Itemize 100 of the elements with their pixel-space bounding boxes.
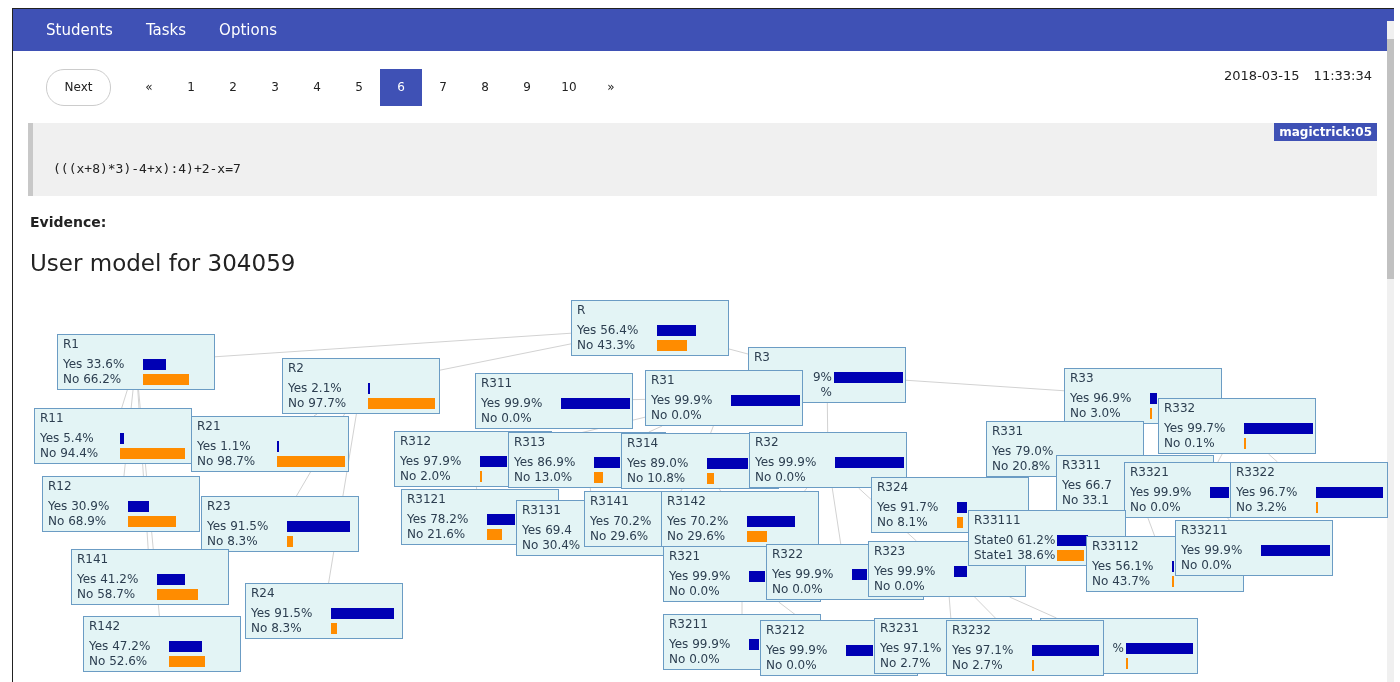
- probability-bar: [1032, 645, 1099, 656]
- node-title: R33111: [974, 513, 1021, 527]
- probability-label: No 0.0%: [669, 652, 720, 666]
- probability-label: Yes 33.6%: [63, 357, 125, 371]
- page-link[interactable]: 7: [422, 68, 464, 106]
- node-title: R31: [651, 373, 675, 387]
- probability-label: Yes 99.7%: [1164, 421, 1226, 435]
- nav-link[interactable]: Options: [219, 21, 277, 39]
- node-title: R3: [754, 350, 770, 364]
- probability-bar: [747, 531, 768, 542]
- node-title: R314: [627, 436, 659, 450]
- node-title: R3311: [1062, 458, 1101, 472]
- probability-label: No 10.8%: [627, 471, 686, 485]
- next-button[interactable]: Next: [46, 68, 111, 106]
- probability-label: No 30.4%: [522, 538, 581, 552]
- probability-label: Yes 97.1%: [880, 641, 942, 655]
- probability-label: %: [1112, 641, 1124, 655]
- probability-label: No 0.0%: [651, 408, 702, 422]
- probability-bar: [1210, 487, 1229, 498]
- evidence-label: Evidence:: [30, 214, 108, 230]
- probability-bar: [157, 589, 198, 600]
- node-title: R323: [874, 544, 906, 558]
- scrollbar[interactable]: [1387, 21, 1394, 682]
- probability-bar: [1057, 535, 1089, 546]
- probability-label: No 68.9%: [48, 514, 107, 528]
- probability-bar: [1244, 423, 1313, 434]
- probability-label: No 0.1%: [1164, 436, 1215, 450]
- probability-label: Yes 47.2%: [89, 639, 151, 653]
- probability-label: Yes 91.5%: [251, 606, 313, 620]
- page-link[interactable]: »: [590, 68, 632, 106]
- node-title: R3231: [880, 621, 919, 635]
- node-title: R33112: [1092, 539, 1139, 553]
- probability-label: No 0.0%: [755, 470, 806, 484]
- nav-link[interactable]: Students: [46, 21, 113, 39]
- probability-label: No 98.7%: [197, 454, 256, 468]
- node-title: R21: [197, 419, 221, 433]
- page-link[interactable]: 3: [254, 68, 296, 106]
- probability-label: No 0.0%: [874, 579, 925, 593]
- probability-label: %: [820, 385, 832, 399]
- node-title: R1: [63, 337, 79, 351]
- probability-label: Yes 1.1%: [197, 439, 251, 453]
- page-link[interactable]: 5: [338, 68, 380, 106]
- probability-label: Yes 91.5%: [207, 519, 269, 533]
- probability-label: No 20.8%: [992, 459, 1051, 473]
- page-link[interactable]: «: [128, 68, 170, 106]
- page-link[interactable]: 10: [548, 68, 590, 106]
- probability-bar: [594, 472, 603, 483]
- probability-label: Yes 99.9%: [874, 564, 936, 578]
- probability-bar: [143, 359, 167, 370]
- probability-bar: [128, 516, 176, 527]
- probability-label: No 97.7%: [288, 396, 347, 410]
- page-link[interactable]: 2: [212, 68, 254, 106]
- node-title: R24: [251, 586, 275, 600]
- probability-label: No 2.0%: [400, 469, 451, 483]
- probability-bar: [157, 574, 186, 585]
- probability-bar: [368, 398, 436, 409]
- probability-bar: [120, 433, 124, 444]
- nav-link[interactable]: Tasks: [145, 21, 187, 39]
- probability-label: No 0.0%: [772, 582, 823, 596]
- node-title: R23: [207, 499, 231, 513]
- page-link[interactable]: 8: [464, 68, 506, 106]
- probability-label: No 58.7%: [77, 587, 136, 601]
- equation-text: (((x+8)*3)-4+x):4)+2-x=7: [52, 161, 241, 178]
- page-link[interactable]: 1: [170, 68, 212, 106]
- page-link[interactable]: 4: [296, 68, 338, 106]
- page-link[interactable]: 6: [380, 68, 422, 106]
- probability-bar: [287, 521, 351, 532]
- probability-label: No 43.7%: [1092, 574, 1151, 588]
- scrollbar-thumb[interactable]: [1387, 39, 1394, 279]
- probability-label: Yes 99.9%: [772, 567, 834, 581]
- node-title: R11: [40, 411, 64, 425]
- probability-bar: [846, 645, 873, 656]
- probability-label: No 21.6%: [407, 527, 466, 541]
- probability-bar: [169, 656, 206, 667]
- probability-bar: [1150, 408, 1153, 419]
- node-title: R3131: [522, 503, 561, 517]
- probability-bar: [169, 641, 202, 652]
- page-link[interactable]: 9: [506, 68, 548, 106]
- probability-bar: [707, 473, 715, 484]
- probability-bar: [852, 569, 867, 580]
- node-title: R3321: [1130, 465, 1169, 479]
- node-title: R12: [48, 479, 72, 493]
- probability-label: No 0.0%: [766, 658, 817, 672]
- probability-label: Yes 30.9%: [48, 499, 110, 513]
- model-title: User model for 304059: [30, 250, 297, 276]
- probability-label: Yes 78.2%: [407, 512, 469, 526]
- probability-bar: [749, 571, 765, 582]
- node-title: R3142: [667, 494, 706, 508]
- node-title: R3211: [669, 617, 708, 631]
- probability-label: Yes 86.9%: [514, 455, 576, 469]
- probability-label: No 8.1%: [877, 515, 928, 529]
- probability-label: No 8.3%: [207, 534, 258, 548]
- node-title: R324: [877, 480, 909, 494]
- node-title: R142: [89, 619, 121, 633]
- probability-bar: [1150, 393, 1157, 404]
- probability-bar: [1057, 550, 1084, 561]
- probability-label: Yes 70.2%: [667, 514, 729, 528]
- probability-label: No 0.0%: [1130, 500, 1181, 514]
- probability-label: No 0.0%: [669, 584, 720, 598]
- probability-bar: [480, 456, 507, 467]
